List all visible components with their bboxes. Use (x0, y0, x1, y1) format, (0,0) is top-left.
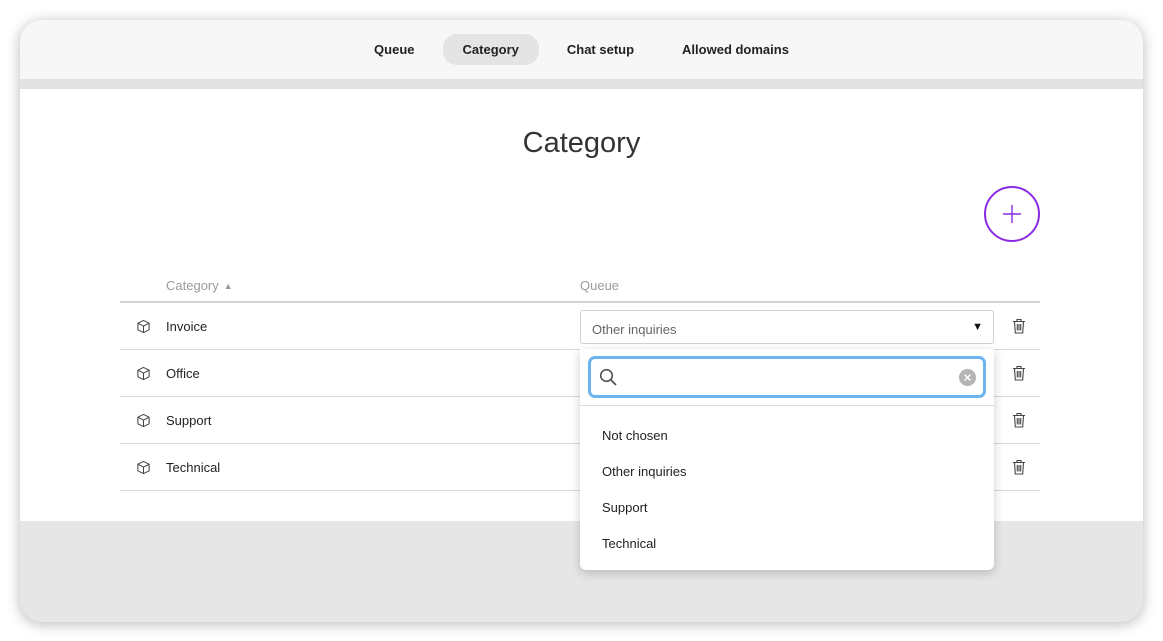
column-header-category-label: Category (166, 278, 219, 293)
tab-queue[interactable]: Queue (354, 34, 434, 65)
cube-icon (137, 366, 150, 381)
page-title: Category (522, 127, 641, 159)
trash-icon[interactable] (1012, 412, 1026, 428)
dropdown-search-input[interactable] (625, 364, 945, 390)
dropdown-divider (580, 405, 994, 406)
top-navigation: Queue Category Chat setup Allowed domain… (20, 20, 1143, 79)
trash-icon[interactable] (1012, 318, 1026, 334)
cube-icon (137, 460, 150, 475)
category-name: Office (166, 366, 200, 381)
caret-down-icon: ▼ (972, 321, 983, 333)
cube-icon (137, 319, 150, 334)
dropdown-option-support[interactable]: Support (580, 489, 994, 525)
trash-icon[interactable] (1012, 365, 1026, 381)
table-header: Category ▲ Queue (120, 269, 1040, 303)
tab-category[interactable]: Category (442, 34, 539, 65)
queue-select-value: Other inquiries (592, 322, 677, 337)
category-name: Support (166, 413, 212, 428)
tab-bar: Queue Category Chat setup Allowed domain… (354, 34, 809, 65)
column-header-queue: Queue (580, 278, 620, 293)
dropdown-option-other-inquiries[interactable]: Other inquiries (580, 453, 994, 489)
trash-icon[interactable] (1012, 459, 1026, 475)
tab-chat-setup[interactable]: Chat setup (547, 34, 654, 65)
cube-icon (137, 413, 150, 428)
header-divider (20, 79, 1143, 89)
queue-select[interactable]: Other inquiries ▼ (580, 310, 994, 344)
dropdown-option-technical[interactable]: Technical (580, 525, 994, 561)
search-icon (599, 368, 617, 386)
queue-dropdown: Not chosen Other inquiries Support Techn… (580, 349, 994, 570)
add-category-button[interactable] (984, 186, 1040, 242)
table-row: Invoice Other inquiries ▼ (120, 303, 1040, 350)
clear-icon[interactable] (959, 369, 976, 386)
dropdown-search (588, 356, 986, 398)
dropdown-option-not-chosen[interactable]: Not chosen (580, 417, 994, 453)
column-header-category[interactable]: Category ▲ (166, 278, 233, 293)
category-name: Technical (166, 460, 221, 475)
dropdown-options: Not chosen Other inquiries Support Techn… (580, 417, 994, 561)
tab-allowed-domains[interactable]: Allowed domains (662, 34, 809, 65)
sort-ascending-icon: ▲ (223, 281, 233, 291)
app-window: Queue Category Chat setup Allowed domain… (20, 20, 1143, 622)
plus-icon (1003, 205, 1021, 223)
category-name: Invoice (166, 319, 208, 334)
